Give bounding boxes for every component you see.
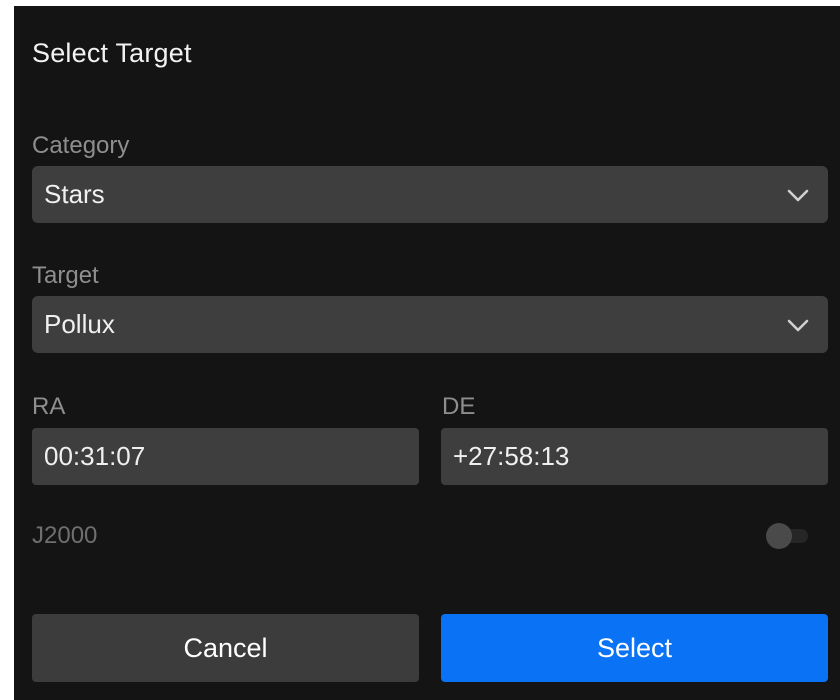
target-dropdown[interactable]: Pollux bbox=[32, 296, 828, 353]
de-input[interactable]: +27:58:13 bbox=[441, 428, 828, 485]
ra-input[interactable]: 00:31:07 bbox=[32, 428, 419, 485]
dialog-title: Select Target bbox=[32, 38, 192, 68]
ra-label: RA bbox=[32, 393, 66, 420]
j2000-label: J2000 bbox=[32, 522, 98, 549]
category-dropdown[interactable]: Stars bbox=[32, 166, 828, 223]
j2000-toggle[interactable] bbox=[766, 523, 810, 549]
chevron-down-icon bbox=[787, 189, 809, 201]
de-label: DE bbox=[442, 393, 476, 420]
target-label: Target bbox=[32, 262, 99, 289]
target-selected-value: Pollux bbox=[44, 309, 115, 339]
toggle-knob bbox=[766, 523, 792, 549]
cancel-button[interactable]: Cancel bbox=[32, 614, 419, 682]
select-button[interactable]: Select bbox=[441, 614, 828, 682]
ra-value: 00:31:07 bbox=[44, 441, 146, 471]
category-selected-value: Stars bbox=[44, 179, 105, 209]
chevron-down-icon bbox=[787, 319, 809, 331]
category-label: Category bbox=[32, 132, 130, 159]
de-value: +27:58:13 bbox=[453, 441, 570, 471]
select-target-dialog: Select Target Category Stars Target Poll… bbox=[14, 6, 840, 700]
